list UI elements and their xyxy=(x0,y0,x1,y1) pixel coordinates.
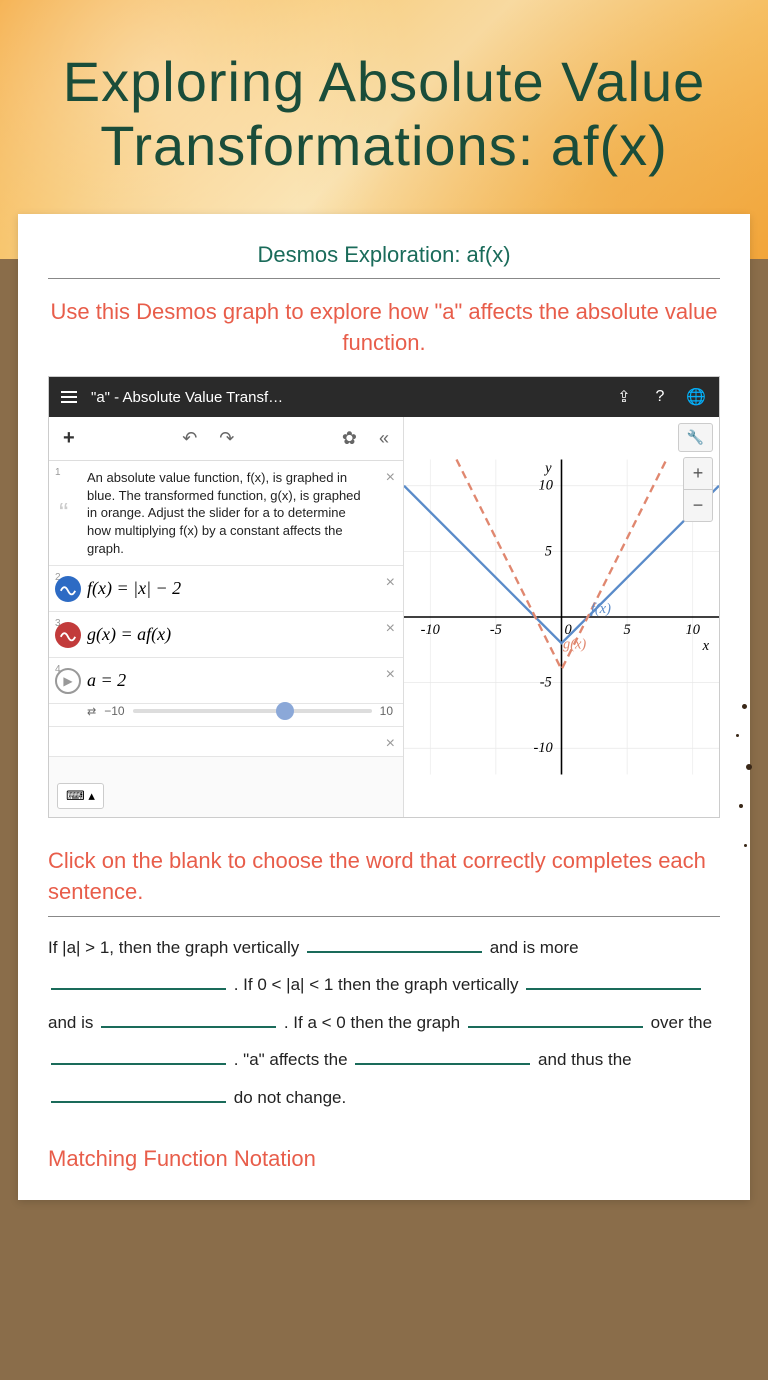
content-card: Desmos Exploration: af(x) Use this Desmo… xyxy=(18,214,750,1200)
svg-text:-10: -10 xyxy=(534,741,554,757)
add-expression-button[interactable]: + xyxy=(57,423,81,454)
blank-2[interactable] xyxy=(51,988,226,990)
close-icon[interactable]: × xyxy=(386,666,395,684)
blank-5[interactable] xyxy=(468,1026,643,1028)
loop-icon[interactable]: ⇄ xyxy=(87,705,96,718)
expression-gx: g(x) = af(x) xyxy=(87,624,171,645)
graph-svg: -10 -5 0 5 10 10 5 -5 -10 y x f(x) g(x) xyxy=(404,417,719,817)
close-icon[interactable]: × xyxy=(386,469,395,487)
close-icon[interactable]: × xyxy=(386,735,395,753)
section-title-matching: Matching Function Notation xyxy=(48,1146,720,1172)
zoom-out-button[interactable]: − xyxy=(684,490,712,521)
desmos-embed[interactable]: "a" - Absolute Value Transf… ⇪ ? 🌐 + ↶ ↷… xyxy=(48,376,720,818)
blank-4[interactable] xyxy=(101,1026,276,1028)
svg-text:10: 10 xyxy=(686,622,701,638)
blue-function-icon[interactable] xyxy=(55,576,81,602)
keyboard-button[interactable]: ⌨ ▴ xyxy=(57,783,104,809)
desmos-expression-panel: + ↶ ↷ ✿ « 1 “ An absolute value function… xyxy=(49,417,404,817)
svg-text:y: y xyxy=(543,461,552,477)
zoom-controls: + − xyxy=(683,457,713,522)
svg-text:x: x xyxy=(702,638,710,654)
instruction-fill: Click on the blank to choose the word th… xyxy=(48,846,720,917)
expression-row-fx[interactable]: 2 f(x) = |x| − 2 × xyxy=(49,566,403,612)
expression-row-empty[interactable]: × xyxy=(49,727,403,757)
page-title: Exploring Absolute Value Transformations… xyxy=(20,50,748,179)
play-icon[interactable]: ▶ xyxy=(55,668,81,694)
svg-text:-5: -5 xyxy=(490,622,502,638)
undo-icon[interactable]: ↶ xyxy=(176,424,203,453)
slider-control[interactable]: ⇄ −10 10 xyxy=(49,704,403,727)
gear-icon[interactable]: ✿ xyxy=(336,424,363,453)
slider-thumb[interactable] xyxy=(276,702,294,720)
expression-a: a = 2 xyxy=(87,670,126,691)
wrench-icon[interactable]: 🔧 xyxy=(678,423,713,452)
svg-text:-5: -5 xyxy=(540,675,552,691)
blank-8[interactable] xyxy=(51,1101,226,1103)
close-icon[interactable]: × xyxy=(386,574,395,592)
desmos-toolbar: + ↶ ↷ ✿ « xyxy=(49,417,403,461)
desmos-title: "a" - Absolute Value Transf… xyxy=(91,389,599,406)
help-icon[interactable]: ? xyxy=(649,388,671,406)
expression-row-gx[interactable]: 3 g(x) = af(x) × xyxy=(49,612,403,658)
fill-blank-paragraph: If |a| > 1, then the graph vertically an… xyxy=(48,929,720,1116)
expression-fx: f(x) = |x| − 2 xyxy=(87,578,181,599)
decorative-speckles xyxy=(734,694,764,894)
svg-text:f(x): f(x) xyxy=(591,601,611,617)
hamburger-icon[interactable] xyxy=(61,391,77,403)
redo-icon[interactable]: ↷ xyxy=(213,424,240,453)
blank-1[interactable] xyxy=(307,951,482,953)
close-icon[interactable]: × xyxy=(386,620,395,638)
svg-text:5: 5 xyxy=(624,622,631,638)
desmos-topbar: "a" - Absolute Value Transf… ⇪ ? 🌐 xyxy=(49,377,719,417)
instruction-desmos: Use this Desmos graph to explore how "a"… xyxy=(48,297,720,359)
slider-track[interactable] xyxy=(133,709,372,713)
desmos-graph-area[interactable]: -10 -5 0 5 10 10 5 -5 -10 y x f(x) g(x) xyxy=(404,417,719,817)
section-title-desmos: Desmos Exploration: af(x) xyxy=(48,242,720,279)
svg-text:5: 5 xyxy=(545,544,552,560)
note-text: An absolute value function, f(x), is gra… xyxy=(87,469,393,557)
blank-3[interactable] xyxy=(526,988,701,990)
svg-text:-10: -10 xyxy=(421,622,441,638)
share-icon[interactable]: ⇪ xyxy=(613,387,635,407)
collapse-icon[interactable]: « xyxy=(373,424,395,453)
svg-text:10: 10 xyxy=(539,478,554,494)
globe-icon[interactable]: 🌐 xyxy=(685,387,707,407)
svg-text:g(x): g(x) xyxy=(563,637,586,653)
expression-row-note[interactable]: 1 “ An absolute value function, f(x), is… xyxy=(49,461,403,566)
expression-row-slider[interactable]: 4 ▶ a = 2 × xyxy=(49,658,403,704)
blank-7[interactable] xyxy=(355,1063,530,1065)
quote-icon: “ xyxy=(59,497,68,529)
blank-6[interactable] xyxy=(51,1063,226,1065)
zoom-in-button[interactable]: + xyxy=(684,458,712,490)
red-function-icon[interactable] xyxy=(55,622,81,648)
